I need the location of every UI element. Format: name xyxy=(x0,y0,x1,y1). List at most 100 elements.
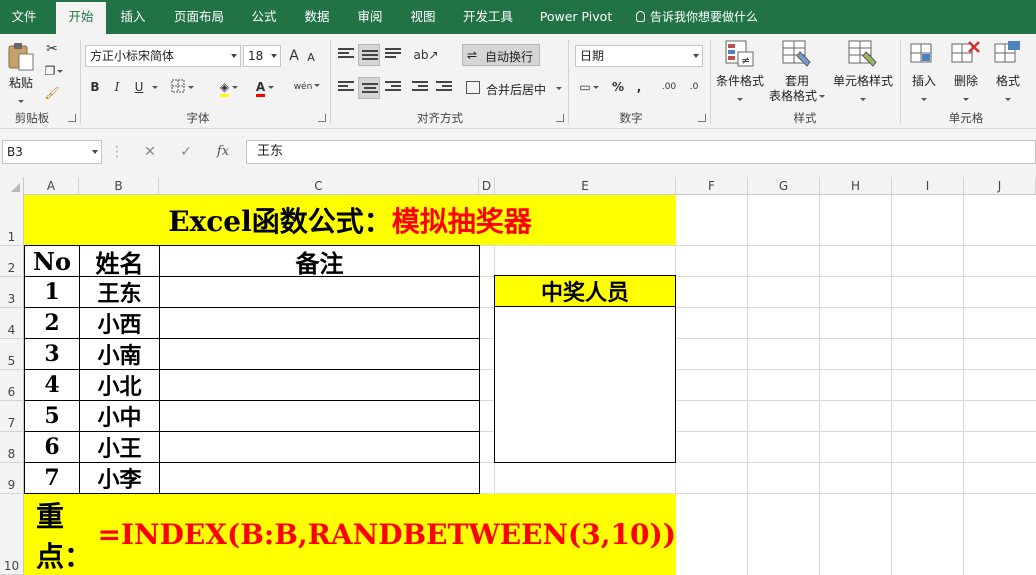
number-format-select[interactable]: 日期 xyxy=(575,45,703,67)
row-header-6[interactable]: 6 xyxy=(0,370,24,401)
merge-center-button[interactable]: 合并后居中 xyxy=(464,77,564,99)
roster-name-cell[interactable]: 小李 xyxy=(79,462,160,494)
row-header-5[interactable]: 5 xyxy=(0,339,24,370)
align-middle-button[interactable] xyxy=(358,44,380,66)
roster-note-cell[interactable] xyxy=(159,338,480,370)
borders-button[interactable] xyxy=(168,76,196,98)
increase-decimal-button[interactable]: .00 xyxy=(658,76,680,98)
row-header-9[interactable]: 9 xyxy=(0,463,24,494)
cell-styles-button[interactable]: 单元格样式 xyxy=(830,38,896,104)
align-right-icon[interactable] xyxy=(385,81,401,95)
fill-color-button[interactable]: ◈ xyxy=(214,76,244,98)
winner-result-cell[interactable] xyxy=(494,306,676,463)
format-as-table-button[interactable]: 套用 表格格式 xyxy=(768,38,826,104)
tab-power-pivot[interactable]: Power Pivot xyxy=(532,0,620,34)
row-header-2[interactable]: 2 xyxy=(0,246,24,277)
increase-font-button[interactable]: A xyxy=(286,45,302,67)
tab-file[interactable]: 文件 xyxy=(0,0,48,34)
winner-header-cell[interactable]: 中奖人员 xyxy=(494,275,676,307)
tab-page-layout[interactable]: 页面布局 xyxy=(164,0,234,34)
column-header-a[interactable]: A xyxy=(24,177,79,195)
underline-dropdown[interactable] xyxy=(150,76,160,98)
format-cells-button[interactable]: 格式 xyxy=(988,38,1028,104)
decrease-font-button[interactable]: A xyxy=(304,47,318,69)
bold-button[interactable]: B xyxy=(86,76,104,98)
row-header-10[interactable]: 10 xyxy=(0,494,24,575)
tell-me-search[interactable]: 告诉我你想要做什么 xyxy=(636,0,758,34)
roster-no-cell[interactable]: 2 xyxy=(24,307,80,339)
paste-button[interactable]: 粘贴 xyxy=(4,40,38,104)
roster-name-cell[interactable]: 小西 xyxy=(79,307,160,339)
key-formula-cell[interactable]: 重点： =INDEX(B:B,RANDBETWEEN(3,10)) xyxy=(24,494,676,575)
column-header-g[interactable]: G xyxy=(748,177,820,195)
align-center-button[interactable] xyxy=(358,77,380,99)
roster-name-cell[interactable]: 王东 xyxy=(79,276,160,308)
cancel-icon[interactable]: ✕ xyxy=(138,140,162,164)
format-painter-icon[interactable]: 🖌 xyxy=(44,82,60,104)
orientation-button[interactable]: ab↗ xyxy=(412,44,440,66)
roster-name-cell[interactable]: 小北 xyxy=(79,369,160,401)
roster-note-cell[interactable] xyxy=(159,276,480,308)
decrease-indent-icon[interactable] xyxy=(412,81,428,95)
column-header-c[interactable]: C xyxy=(159,177,479,195)
roster-note-cell[interactable] xyxy=(159,307,480,339)
roster-no-cell[interactable]: 3 xyxy=(24,338,80,370)
row-header-7[interactable]: 7 xyxy=(0,401,24,432)
tab-review[interactable]: 审阅 xyxy=(348,0,392,34)
font-color-button[interactable]: A xyxy=(250,76,280,98)
align-left-icon[interactable] xyxy=(338,81,354,95)
insert-function-button[interactable]: fx xyxy=(208,140,238,164)
tab-view[interactable]: 视图 xyxy=(400,0,446,34)
phonetic-button[interactable]: wén xyxy=(292,76,322,98)
row-header-3[interactable]: 3 xyxy=(0,277,24,308)
tab-insert[interactable]: 插入 xyxy=(110,0,156,34)
tab-developer[interactable]: 开发工具 xyxy=(456,0,520,34)
percent-button[interactable]: % xyxy=(610,76,626,98)
column-header-h[interactable]: H xyxy=(820,177,892,195)
clipboard-launcher-icon[interactable] xyxy=(68,114,76,122)
formula-input[interactable]: 王东 xyxy=(246,140,1036,164)
tab-data[interactable]: 数据 xyxy=(294,0,340,34)
alignment-launcher-icon[interactable] xyxy=(556,114,564,122)
increase-indent-icon[interactable] xyxy=(436,81,452,95)
row-header-1[interactable]: 1 xyxy=(0,195,24,246)
roster-note-cell[interactable] xyxy=(159,369,480,401)
accounting-format-button[interactable]: ▭ xyxy=(576,76,602,98)
cut-icon[interactable]: ✂ xyxy=(44,38,60,60)
wrap-text-button[interactable]: ⇌ 自动换行 xyxy=(462,44,540,66)
comma-button[interactable]: , xyxy=(632,76,646,98)
header-name-cell[interactable]: 姓名 xyxy=(79,245,160,278)
roster-no-cell[interactable]: 5 xyxy=(24,400,80,432)
roster-note-cell[interactable] xyxy=(159,431,480,463)
roster-no-cell[interactable]: 7 xyxy=(24,462,80,494)
column-header-j[interactable]: J xyxy=(964,177,1036,195)
insert-cells-button[interactable]: 插入 xyxy=(904,38,944,104)
copy-icon[interactable]: ❐ xyxy=(44,60,64,82)
header-note-cell[interactable]: 备注 xyxy=(159,245,480,278)
title-cell[interactable]: Excel函数公式： 模拟抽奖器 xyxy=(24,195,676,245)
roster-name-cell[interactable]: 小南 xyxy=(79,338,160,370)
tab-formulas[interactable]: 公式 xyxy=(242,0,286,34)
roster-note-cell[interactable] xyxy=(159,400,480,432)
roster-no-cell[interactable]: 1 xyxy=(24,276,80,308)
header-no-cell[interactable]: No xyxy=(24,245,80,277)
roster-note-cell[interactable] xyxy=(159,462,480,494)
column-header-i[interactable]: I xyxy=(892,177,964,195)
align-top-icon[interactable] xyxy=(338,48,354,62)
name-box[interactable]: B3 xyxy=(2,140,102,164)
decrease-decimal-button[interactable]: .0 xyxy=(684,76,704,98)
font-name-select[interactable]: 方正小标宋简体 xyxy=(85,45,241,67)
row-header-4[interactable]: 4 xyxy=(0,308,24,339)
number-launcher-icon[interactable] xyxy=(698,114,706,122)
tab-home[interactable]: 开始 xyxy=(56,2,106,34)
roster-name-cell[interactable]: 小中 xyxy=(79,400,160,432)
italic-button[interactable]: I xyxy=(108,76,126,98)
column-header-d[interactable]: D xyxy=(479,177,495,195)
align-bottom-icon[interactable] xyxy=(385,48,401,62)
delete-cells-button[interactable]: 删除 xyxy=(946,38,986,104)
roster-no-cell[interactable]: 6 xyxy=(24,431,80,463)
column-header-e[interactable]: E xyxy=(495,177,676,195)
font-launcher-icon[interactable] xyxy=(318,114,326,122)
column-header-b[interactable]: B xyxy=(79,177,159,195)
font-size-select[interactable]: 18 xyxy=(243,45,281,67)
